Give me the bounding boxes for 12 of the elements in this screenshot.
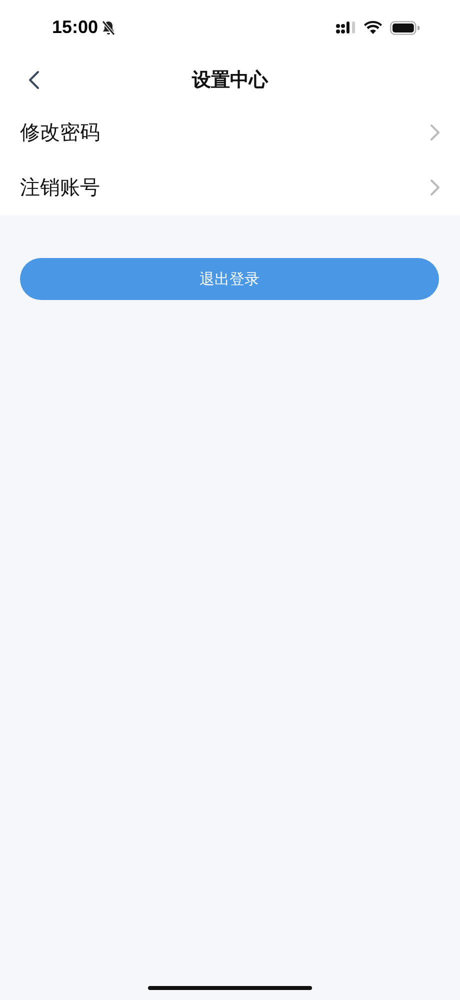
row-label: 注销账号	[20, 174, 100, 201]
status-time: 15:00	[52, 17, 98, 38]
wifi-icon	[364, 21, 382, 34]
chevron-right-icon	[430, 124, 440, 141]
row-label: 修改密码	[20, 119, 100, 146]
battery-icon	[390, 20, 420, 34]
settings-row[interactable]: 注销账号	[0, 160, 460, 215]
chevron-right-icon	[430, 179, 440, 196]
page-title: 设置中心	[192, 68, 268, 93]
settings-row[interactable]: 修改密码	[0, 105, 460, 160]
chevron-left-icon	[28, 70, 40, 90]
signal-icon	[336, 21, 356, 34]
